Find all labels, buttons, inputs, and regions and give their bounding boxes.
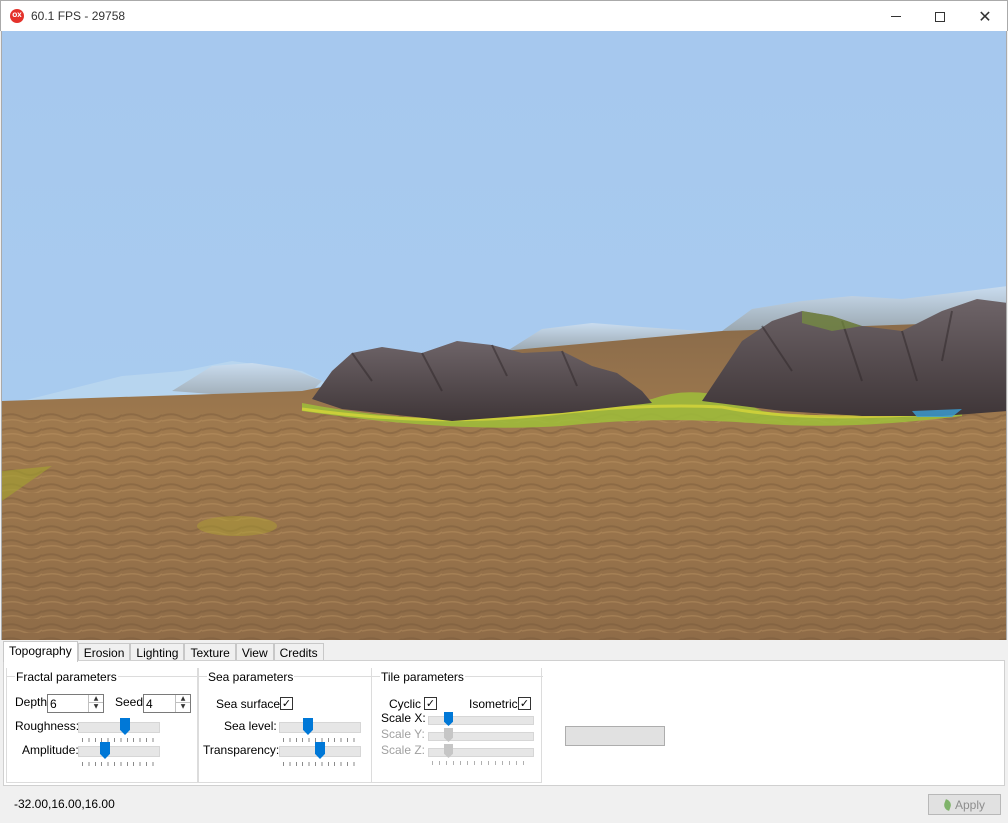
cyclic-checkbox[interactable]: ✓ (424, 697, 437, 710)
slider-track[interactable] (78, 722, 160, 733)
seed-spinner[interactable]: 4 ▲ ▼ (143, 694, 191, 713)
slider-track (428, 732, 534, 741)
scale-y-label: Scale Y: (381, 727, 425, 741)
seed-value: 4 (146, 697, 153, 711)
tab-erosion[interactable]: Erosion (77, 643, 131, 661)
seed-label: Seed: (115, 695, 147, 709)
slider-track[interactable] (78, 746, 160, 757)
terrain-viewport[interactable] (1, 31, 1007, 640)
tab-bar: Topography Erosion Lighting Texture View… (3, 641, 324, 662)
sea-surface-label: Sea surface (216, 697, 281, 711)
cyclic-label: Cyclic (389, 697, 421, 711)
tab-topography[interactable]: Topography (3, 641, 78, 662)
sea-surface-checkbox[interactable]: ✓ (280, 697, 293, 710)
tab-lighting[interactable]: Lighting (130, 643, 185, 661)
app-icon: OX (10, 9, 24, 23)
title-bar: OX 60.1 FPS - 29758 ✕ (0, 0, 1008, 31)
fractal-group-title: Fractal parameters (15, 670, 118, 684)
minimize-button[interactable] (873, 1, 919, 32)
slider-track[interactable] (428, 716, 534, 725)
slider-track (428, 748, 534, 757)
apply-button[interactable]: Apply (928, 794, 1001, 815)
sea-level-slider[interactable] (279, 717, 361, 743)
roughness-slider[interactable] (78, 717, 160, 743)
terrain-render (2, 31, 1006, 640)
transparency-label: Transparency: (203, 743, 280, 757)
close-button[interactable]: ✕ (962, 1, 1008, 32)
isometric-checkbox[interactable]: ✓ (518, 697, 531, 710)
status-bar: -32.00,16.00,16.00 Apply (0, 788, 1008, 823)
amplitude-slider[interactable] (78, 741, 160, 767)
tab-texture[interactable]: Texture (184, 643, 236, 661)
tab-credits[interactable]: Credits (273, 643, 324, 661)
depth-spinner-arrows[interactable]: ▲ ▼ (88, 695, 103, 712)
slider-ticks (432, 761, 530, 765)
camera-coordinates: -32.00,16.00,16.00 (14, 797, 115, 811)
tab-view[interactable]: View (235, 643, 274, 661)
apply-button-label: Apply (954, 797, 986, 812)
seed-up-icon[interactable]: ▲ (176, 695, 190, 703)
slider-ticks (283, 762, 357, 766)
progress-bar (565, 726, 665, 746)
sea-level-label: Sea level: (224, 719, 277, 733)
slider-track[interactable] (279, 722, 361, 733)
depth-spinner[interactable]: 6 ▲ ▼ (47, 694, 104, 713)
leaf-icon (942, 798, 953, 811)
depth-down-icon[interactable]: ▼ (89, 703, 103, 711)
scale-z-label: Scale Z: (381, 743, 426, 757)
isometric-label: Isometric (469, 697, 518, 711)
tile-group-title: Tile parameters (380, 670, 465, 684)
window-title: 60.1 FPS - 29758 (31, 9, 126, 23)
depth-up-icon[interactable]: ▲ (89, 695, 103, 703)
close-icon: ✕ (978, 6, 992, 26)
transparency-slider[interactable] (279, 741, 361, 767)
depth-label: Depth: (15, 695, 51, 709)
scale-x-label: Scale X: (381, 711, 426, 725)
depth-value: 6 (50, 697, 57, 711)
seed-down-icon[interactable]: ▼ (176, 703, 190, 711)
roughness-label: Roughness: (15, 719, 80, 733)
maximize-icon (935, 11, 945, 22)
slider-ticks (82, 762, 156, 766)
amplitude-label: Amplitude: (22, 743, 79, 757)
scale-z-slider (428, 744, 534, 770)
maximize-button[interactable] (917, 1, 963, 32)
minimize-icon (891, 16, 901, 17)
seed-spinner-arrows[interactable]: ▲ ▼ (175, 695, 190, 712)
sea-group-title: Sea parameters (207, 670, 295, 684)
